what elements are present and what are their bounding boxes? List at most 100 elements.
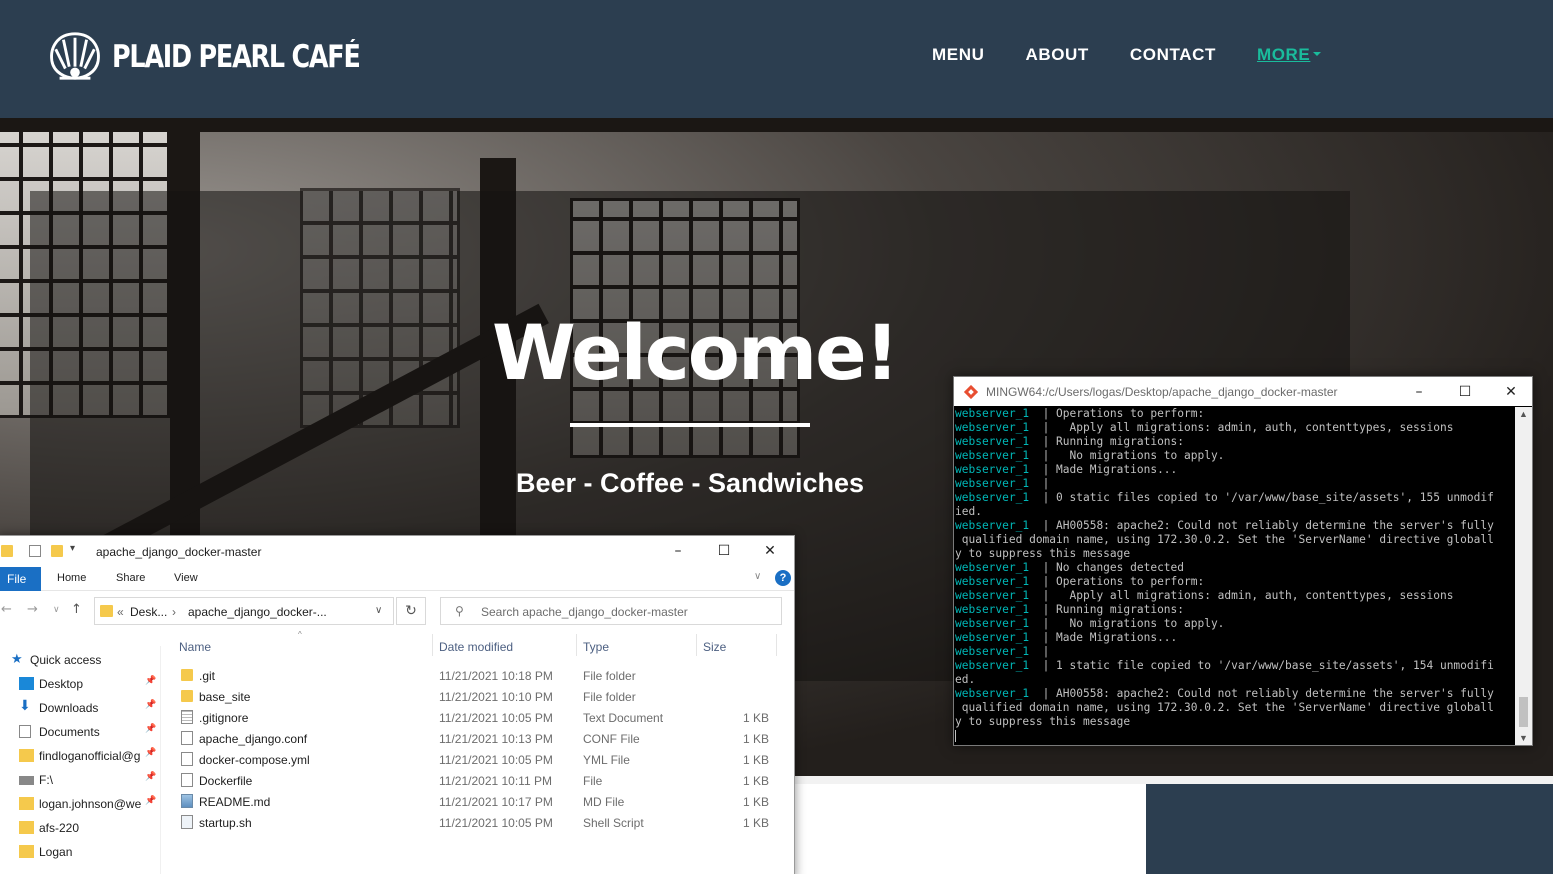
nav-pane-label: Desktop: [39, 677, 84, 691]
file-row[interactable]: .gitignore 11/21/2021 10:05 PM Text Docume…: [171, 707, 781, 728]
recent-locations-icon[interactable]: ∨: [53, 605, 60, 615]
nav-pane-label: afs-220: [39, 821, 80, 835]
nav-pane-item[interactable]: F:\ 📌: [0, 769, 161, 791]
column-separator[interactable]: [432, 634, 433, 656]
terminal-line-text: | AH00558: apache2: Could not reliably d…: [1029, 687, 1494, 700]
terminal-window[interactable]: MINGW64:/c/Users/logas/Desktop/apache_dj…: [953, 376, 1533, 746]
ribbon-tab-file[interactable]: File: [0, 567, 41, 591]
explorer-maximize-button[interactable]: ☐: [701, 536, 747, 565]
file-row[interactable]: Dockerfile 11/21/2021 10:11 PM File 1 KB: [171, 770, 781, 791]
terminal-line-prefix: webserver_1: [955, 603, 1030, 616]
terminal-line-prefix: webserver_1: [955, 645, 1030, 658]
scroll-down-icon[interactable]: ▼: [1519, 733, 1528, 743]
terminal-line: ied.: [955, 505, 1516, 519]
search-box[interactable]: ⚲ Search apache_django_docker-master: [440, 597, 782, 625]
file-size: 1 KB: [742, 774, 769, 788]
column-separator[interactable]: [576, 634, 577, 656]
nav-pane-item[interactable]: Desktop 📌: [0, 673, 161, 695]
column-size[interactable]: Size: [703, 640, 726, 654]
terminal-minimize-button[interactable]: –: [1396, 377, 1442, 406]
file-row[interactable]: startup.sh 11/21/2021 10:05 PM Shell Scrip…: [171, 812, 781, 833]
nav-pane-item[interactable]: ★ Quick access: [0, 649, 161, 671]
help-icon[interactable]: ?: [775, 570, 791, 586]
terminal-close-button[interactable]: ✕: [1488, 377, 1534, 406]
ribbon-tab-home[interactable]: Home: [57, 572, 86, 584]
breadcrumb-segment[interactable]: Desk...: [130, 605, 167, 619]
nav-more-dropdown[interactable]: MORE: [1256, 45, 1322, 65]
hero-divider: [570, 423, 810, 427]
nav-about[interactable]: ABOUT: [1025, 45, 1088, 65]
new-folder-icon[interactable]: [51, 545, 63, 557]
star-icon: ★: [11, 651, 23, 666]
ribbon-tab-view[interactable]: View: [174, 572, 198, 584]
content-section: [790, 784, 1146, 874]
file-row[interactable]: base_site 11/21/2021 10:10 PM File folder: [171, 686, 781, 707]
nav-pane-label: F:\: [39, 773, 53, 787]
user-folder-icon: [19, 749, 34, 762]
column-name[interactable]: Name: [179, 640, 211, 654]
file-list: ^ Name Date modified Type Size .git 11/21…: [171, 630, 791, 874]
file-type: Shell Script: [583, 816, 644, 830]
nav-pane-item[interactable]: afs-220: [0, 817, 161, 839]
properties-icon[interactable]: [29, 545, 41, 557]
column-date-modified[interactable]: Date modified: [439, 640, 513, 654]
terminal-output[interactable]: webserver_1 | Operations to perform: webs…: [954, 407, 1516, 745]
file-date-modified: 11/21/2021 10:13 PM: [439, 732, 553, 746]
terminal-line-text: |: [1029, 477, 1050, 490]
file-icon: [181, 752, 193, 766]
column-separator[interactable]: [696, 634, 697, 656]
text-file-icon: [181, 710, 193, 724]
nav-pane-item[interactable]: Documents 📌: [0, 721, 161, 743]
pin-icon: 📌: [145, 772, 157, 782]
nav-pane-label: Downloads: [39, 701, 99, 715]
file-date-modified: 11/21/2021 10:17 PM: [439, 795, 553, 809]
terminal-line-prefix: webserver_1: [955, 463, 1030, 476]
terminal-line-text: | 1 static file copied to '/var/www/base…: [1029, 659, 1494, 672]
explorer-close-button[interactable]: ✕: [747, 536, 793, 565]
forward-arrow-icon[interactable]: →: [27, 602, 38, 617]
terminal-scrollbar[interactable]: ▲ ▼: [1515, 407, 1532, 745]
up-arrow-icon[interactable]: ↑: [71, 602, 82, 617]
terminal-maximize-button[interactable]: ☐: [1442, 377, 1488, 406]
ribbon-tab-share[interactable]: Share: [116, 572, 145, 584]
file-row[interactable]: docker-compose.yml 11/21/2021 10:05 PM YML…: [171, 749, 781, 770]
back-arrow-icon[interactable]: ←: [1, 602, 12, 617]
terminal-line: webserver_1 | 1 static file copied to '/…: [955, 659, 1516, 673]
file-row[interactable]: README.md 11/21/2021 10:17 PM MD File 1 KB: [171, 791, 781, 812]
file-size: 1 KB: [742, 711, 769, 725]
image-file-icon: [181, 794, 193, 808]
terminal-line-text: qualified domain name, using 172.30.0.2.…: [955, 701, 1494, 714]
file-row[interactable]: apache_django.conf 11/21/2021 10:13 PM CON…: [171, 728, 781, 749]
file-row[interactable]: .git 11/21/2021 10:18 PM File folder: [171, 665, 781, 686]
address-dropdown-icon[interactable]: ∨: [375, 605, 382, 616]
terminal-line-prefix: webserver_1: [955, 659, 1030, 672]
nav-menu[interactable]: MENU: [932, 45, 984, 65]
nav-contact[interactable]: CONTACT: [1130, 45, 1216, 65]
search-icon: ⚲: [455, 604, 464, 618]
terminal-titlebar[interactable]: MINGW64:/c/Users/logas/Desktop/apache_dj…: [954, 377, 1532, 406]
nav-pane-item[interactable]: Logan: [0, 841, 161, 863]
pearl-shell-icon: [50, 32, 100, 80]
column-separator[interactable]: [776, 634, 777, 656]
explorer-titlebar[interactable]: ▾ apache_django_docker-master – ☐ ✕: [0, 536, 794, 566]
caret-down-icon: [1313, 51, 1322, 56]
breadcrumb-segment[interactable]: apache_django_docker-...: [188, 605, 327, 619]
address-bar[interactable]: « Desk... › apache_django_docker-... ∨: [94, 597, 394, 625]
terminal-line: webserver_1 | Running migrations:: [955, 435, 1516, 449]
nav-more-label: MORE: [1256, 45, 1311, 64]
scroll-up-icon[interactable]: ▲: [1519, 409, 1528, 419]
nav-pane-item[interactable]: ⬇ Downloads 📌: [0, 697, 161, 719]
refresh-icon[interactable]: ↻: [396, 597, 426, 625]
nav-pane-item[interactable]: findloganofficial@g 📌: [0, 745, 161, 767]
terminal-title: MINGW64:/c/Users/logas/Desktop/apache_dj…: [986, 384, 1338, 399]
explorer-minimize-button[interactable]: –: [655, 536, 701, 565]
quick-access-toolbar-dropdown-icon[interactable]: ▾: [70, 543, 75, 554]
column-type[interactable]: Type: [583, 640, 609, 654]
scrollbar-thumb[interactable]: [1519, 697, 1528, 727]
ribbon-expand-icon[interactable]: ∨: [754, 571, 761, 582]
brand-logo[interactable]: PLAID PEARL CAFÉ: [46, 30, 414, 84]
breadcrumb-overflow-icon[interactable]: «: [117, 605, 124, 619]
terminal-line: qualified domain name, using 172.30.0.2.…: [955, 533, 1516, 547]
nav-pane-item[interactable]: logan.johnson@we 📌: [0, 793, 161, 815]
file-explorer-window[interactable]: ▾ apache_django_docker-master – ☐ ✕ File…: [0, 535, 795, 874]
